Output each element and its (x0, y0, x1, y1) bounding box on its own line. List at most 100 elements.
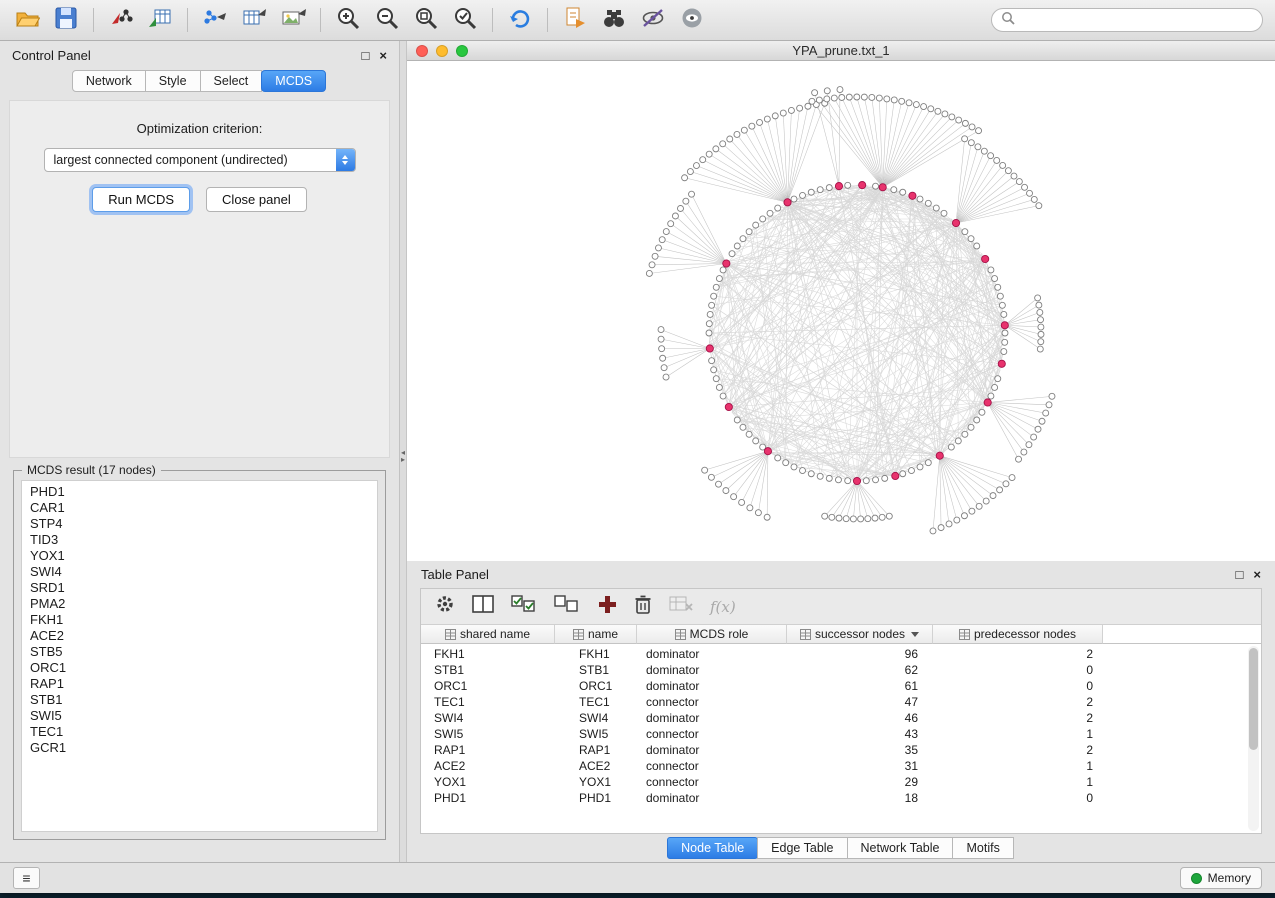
table-cell[interactable]: TEC1 (421, 695, 555, 709)
table-cell[interactable]: dominator (637, 663, 787, 677)
table-cell[interactable]: STB1 (421, 663, 555, 677)
tab-select[interactable]: Select (200, 70, 263, 92)
network-node[interactable] (999, 302, 1005, 308)
export-network-button[interactable] (200, 5, 230, 35)
network-node[interactable] (1003, 481, 1009, 487)
network-node[interactable] (969, 124, 975, 130)
network-node[interactable] (713, 376, 719, 382)
network-node[interactable] (1046, 402, 1052, 408)
dominator-node[interactable] (784, 199, 791, 206)
network-node[interactable] (749, 123, 755, 129)
import-table-button[interactable] (145, 5, 175, 35)
network-node[interactable] (659, 237, 665, 243)
network-node[interactable] (829, 514, 835, 520)
network-node[interactable] (746, 229, 752, 235)
table-cell[interactable]: FKH1 (421, 647, 555, 661)
table-cell[interactable]: connector (637, 759, 787, 773)
network-node[interactable] (845, 478, 851, 484)
close-panel-icon[interactable]: × (379, 49, 387, 62)
network-node[interactable] (1001, 311, 1007, 317)
mcds-result-item[interactable]: PMA2 (22, 596, 377, 612)
network-node[interactable] (709, 302, 715, 308)
table-row[interactable]: YOX1YOX1connector291 (421, 774, 1261, 790)
network-node[interactable] (668, 221, 674, 227)
network-node[interactable] (1022, 184, 1028, 190)
tab-network-table[interactable]: Network Table (847, 837, 954, 859)
network-node[interactable] (822, 513, 828, 519)
network-node[interactable] (968, 236, 974, 242)
network-node[interactable] (720, 267, 726, 273)
network-node[interactable] (824, 96, 830, 102)
dominator-node[interactable] (706, 345, 713, 352)
network-node[interactable] (836, 515, 842, 521)
network-node[interactable] (1031, 434, 1037, 440)
panel-splitter[interactable]: ◂▸ (400, 41, 407, 862)
network-node[interactable] (1009, 475, 1015, 481)
criterion-dropdown[interactable]: largest connected component (undirected) (44, 148, 356, 172)
table-row[interactable]: SWI4SWI4dominator462 (421, 710, 1261, 726)
network-node[interactable] (702, 467, 708, 473)
network-node[interactable] (800, 468, 806, 474)
network-node[interactable] (706, 330, 712, 336)
network-node[interactable] (791, 196, 797, 202)
network-node[interactable] (1039, 418, 1045, 424)
network-node[interactable] (992, 276, 998, 282)
table-row[interactable]: STB1STB1dominator620 (421, 662, 1261, 678)
network-node[interactable] (955, 438, 961, 444)
save-session-button[interactable] (51, 5, 81, 35)
table-cell[interactable]: PHD1 (421, 791, 555, 805)
table-cell[interactable]: RAP1 (421, 743, 555, 757)
table-cell[interactable]: 62 (787, 663, 933, 677)
network-node[interactable] (755, 510, 761, 516)
network-node[interactable] (693, 163, 699, 169)
network-node[interactable] (983, 498, 989, 504)
mcds-result-item[interactable]: STB5 (22, 644, 377, 660)
network-node[interactable] (764, 514, 770, 520)
network-node[interactable] (791, 464, 797, 470)
mcds-result-item[interactable]: SWI5 (22, 708, 377, 724)
network-node[interactable] (708, 474, 714, 480)
mcds-result-item[interactable]: ORC1 (22, 660, 377, 676)
network-node[interactable] (826, 475, 832, 481)
network-node[interactable] (917, 196, 923, 202)
table-cell[interactable]: connector (637, 727, 787, 741)
network-node[interactable] (655, 245, 661, 251)
network-node[interactable] (772, 113, 778, 119)
network-node[interactable] (933, 205, 939, 211)
network-node[interactable] (954, 517, 960, 523)
network-node[interactable] (683, 198, 689, 204)
network-node[interactable] (816, 97, 822, 103)
table-cell[interactable]: 35 (787, 743, 933, 757)
table-cell[interactable]: ACE2 (555, 759, 637, 773)
network-node[interactable] (962, 136, 968, 142)
search-field[interactable] (991, 8, 1263, 32)
show-columns-button[interactable] (472, 595, 494, 618)
network-node[interactable] (1038, 317, 1044, 323)
minimize-window-icon[interactable] (436, 45, 448, 57)
network-node[interactable] (946, 521, 952, 527)
table-row[interactable]: TEC1TEC1connector472 (421, 694, 1261, 710)
network-node[interactable] (797, 105, 803, 111)
network-node[interactable] (913, 102, 919, 108)
dominator-node[interactable] (936, 452, 943, 459)
table-cell[interactable]: dominator (637, 791, 787, 805)
table-cell[interactable]: 0 (933, 679, 1103, 693)
dominator-node[interactable] (952, 219, 959, 226)
network-node[interactable] (824, 88, 830, 94)
network-node[interactable] (741, 127, 747, 133)
network-node[interactable] (817, 187, 823, 193)
table-cell[interactable]: YOX1 (555, 775, 637, 789)
table-cell[interactable]: RAP1 (555, 743, 637, 757)
network-node[interactable] (835, 477, 841, 483)
network-canvas[interactable] (407, 61, 1275, 561)
table-cell[interactable]: 2 (933, 743, 1103, 757)
network-node[interactable] (997, 293, 1003, 299)
mcds-result-list[interactable]: PHD1CAR1STP4TID3YOX1SWI4SRD1PMA2FKH1ACE2… (21, 480, 378, 832)
network-node[interactable] (962, 120, 968, 126)
network-node[interactable] (734, 131, 740, 137)
table-cell[interactable]: 1 (933, 775, 1103, 789)
network-node[interactable] (709, 358, 715, 364)
add-column-button[interactable] (597, 594, 617, 619)
network-node[interactable] (809, 98, 815, 104)
dominator-node[interactable] (984, 399, 991, 406)
